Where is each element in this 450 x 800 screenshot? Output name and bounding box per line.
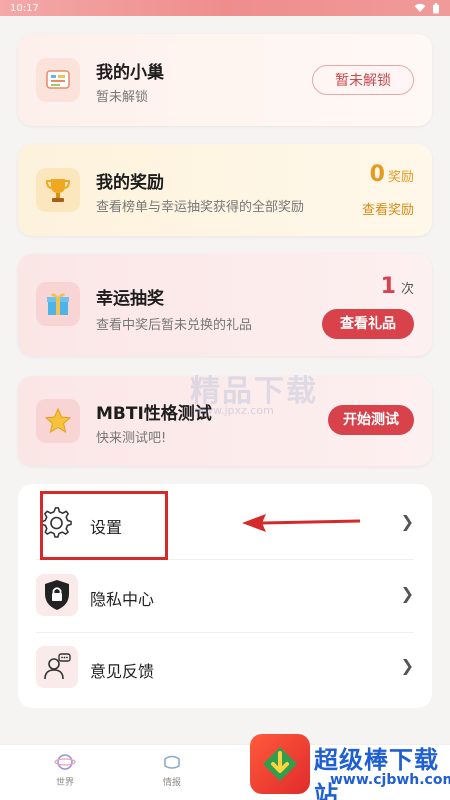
lottery-subtitle: 查看中奖后暂未兑换的礼品 xyxy=(96,318,253,333)
menu-item-privacy[interactable]: 隐私中心 ❯ xyxy=(18,560,432,632)
tab-world[interactable]: 世界 xyxy=(35,753,95,788)
annotation-arrow-icon xyxy=(242,514,361,532)
status-time: 10:17 xyxy=(10,2,39,14)
rewards-subtitle: 查看榜单与幸运抽奖获得的全部奖励 xyxy=(96,200,305,215)
star-icon xyxy=(36,399,80,443)
chevron-right-icon: ❯ xyxy=(400,584,414,603)
download-site-logo xyxy=(250,734,310,794)
nest-unlock-button[interactable]: 暂未解锁 xyxy=(312,65,414,95)
site-watermark-name: 超级棒下载站 xyxy=(314,746,439,800)
lottery-count: 1 xyxy=(380,274,396,299)
feedback-icon xyxy=(36,646,78,688)
lottery-card[interactable]: 幸运抽奖 查看中奖后暂未兑换的礼品 1 次 查看礼品 xyxy=(18,254,432,356)
rewards-title: 我的奖励 xyxy=(96,173,164,193)
view-gifts-button[interactable]: 查看礼品 xyxy=(322,309,414,339)
start-test-button[interactable]: 开始测试 xyxy=(328,405,414,435)
menu-item-feedback[interactable]: 意见反馈 ❯ xyxy=(18,632,432,704)
nest-title: 我的小巢 xyxy=(96,63,164,83)
menu-label-feedback: 意见反馈 xyxy=(90,662,155,681)
battery-icon xyxy=(433,2,439,13)
rewards-count-unit: 奖励 xyxy=(387,170,414,185)
tab-label-world: 世界 xyxy=(55,778,74,788)
world-icon xyxy=(54,754,76,770)
status-bar: 10:17 xyxy=(0,0,450,16)
gift-icon xyxy=(36,282,80,326)
rewards-count: 0 xyxy=(369,162,385,187)
mbti-subtitle: 快来测试吧! xyxy=(96,431,167,446)
lottery-count-unit: 次 xyxy=(400,282,414,297)
nest-icon xyxy=(36,58,80,102)
chevron-right-icon: ❯ xyxy=(400,512,414,531)
annotation-highlight-box xyxy=(40,491,168,560)
rewards-card[interactable]: 我的奖励 查看榜单与幸运抽奖获得的全部奖励 0 奖励 查看奖励 xyxy=(18,144,432,236)
wifi-icon xyxy=(414,3,426,12)
watermark-url: www.jpxz.com xyxy=(195,404,274,417)
tab-label-intel: 情报 xyxy=(162,778,181,788)
chevron-right-icon: ❯ xyxy=(400,656,414,675)
menu-label-privacy: 隐私中心 xyxy=(90,590,155,609)
site-watermark-url: www.cjbwh.com xyxy=(330,772,450,788)
shield-lock-icon xyxy=(36,574,78,616)
view-rewards-link[interactable]: 查看奖励 xyxy=(362,199,414,218)
trophy-icon xyxy=(36,168,80,212)
tab-intel[interactable]: 情报 xyxy=(142,753,202,788)
lottery-title: 幸运抽奖 xyxy=(96,289,164,309)
intel-icon xyxy=(164,755,180,769)
nest-subtitle: 暂未解锁 xyxy=(96,90,149,105)
nest-card[interactable]: 我的小巢 暂未解锁 暂未解锁 xyxy=(18,34,432,126)
